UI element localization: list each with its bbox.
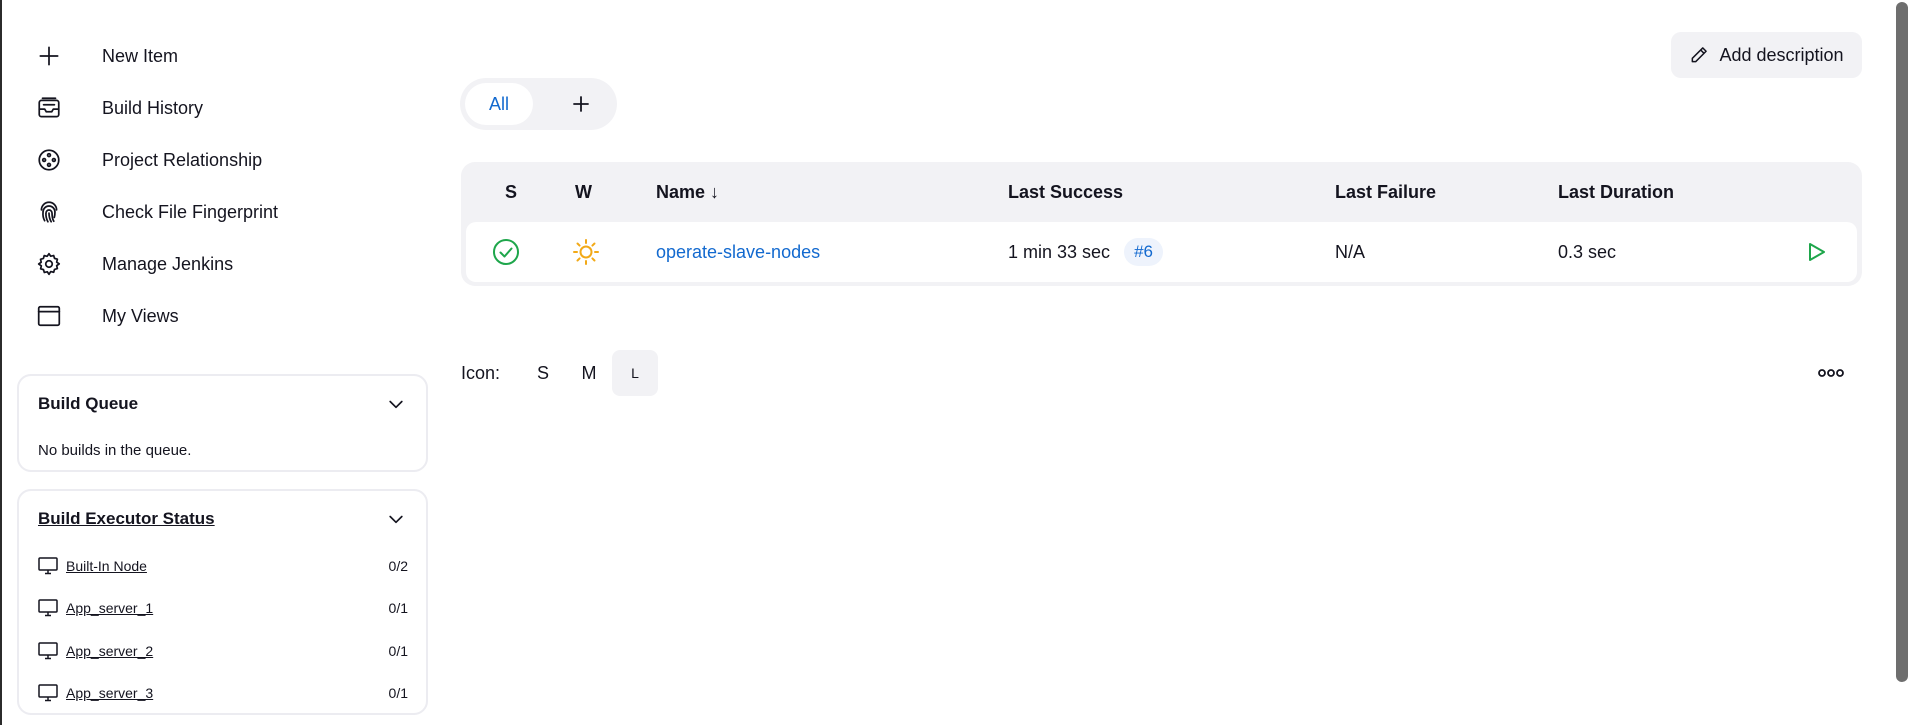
executor-node-row: App_server_2 0/1 xyxy=(38,639,408,663)
icon-size-medium[interactable]: M xyxy=(566,350,612,396)
add-view-button[interactable] xyxy=(560,84,602,124)
sidebar-item-build-history[interactable]: Build History xyxy=(30,82,430,134)
add-description-label: Add description xyxy=(1719,44,1844,65)
plus-icon xyxy=(573,96,589,112)
sidebar-item-label: My Views xyxy=(102,305,179,326)
column-header-last-failure[interactable]: Last Failure xyxy=(1335,182,1436,203)
executor-status-title[interactable]: Build Executor Status xyxy=(38,509,215,529)
play-icon xyxy=(1809,243,1825,261)
executor-status-panel: Build Executor Status Built-In Node 0/2 … xyxy=(17,489,428,715)
sidebar-item-label: Manage Jenkins xyxy=(102,253,234,274)
last-duration-cell: 0.3 sec xyxy=(1558,241,1617,262)
executor-node-count: 0/1 xyxy=(388,685,408,701)
add-description-button[interactable]: Add description xyxy=(1671,32,1862,78)
chevron-down-icon[interactable] xyxy=(386,394,406,414)
computer-icon xyxy=(38,599,58,617)
scrollbar-thumb[interactable] xyxy=(1896,2,1908,682)
plus-icon xyxy=(34,41,64,71)
window-left-border xyxy=(0,0,2,725)
schedule-build-button[interactable] xyxy=(1805,222,1827,282)
computer-icon xyxy=(38,684,58,702)
executor-node-count: 0/1 xyxy=(388,600,408,616)
sidebar-item-new-item[interactable]: New Item xyxy=(30,30,430,82)
window-icon xyxy=(34,301,64,331)
executor-node-row: App_server_3 0/1 xyxy=(38,681,408,705)
build-number-link[interactable]: #6 xyxy=(1124,238,1163,266)
icon-size-selector: Icon: S M L xyxy=(461,350,659,396)
sidebar-item-check-file-fingerprint[interactable]: Check File Fingerprint xyxy=(30,186,430,238)
sidebar-item-label: Check File Fingerprint xyxy=(102,201,279,222)
executor-node-count: 0/2 xyxy=(388,558,408,574)
sidebar-item-manage-jenkins[interactable]: Manage Jenkins xyxy=(30,238,430,290)
job-name-link[interactable]: operate-slave-nodes xyxy=(656,242,820,263)
icon-size-small[interactable]: S xyxy=(520,350,566,396)
success-status-icon xyxy=(491,222,521,282)
computer-icon xyxy=(38,557,58,575)
column-header-weather[interactable]: W xyxy=(575,182,592,203)
side-navigation: New Item Build History Project Relations… xyxy=(30,30,430,342)
build-queue-title: Build Queue xyxy=(38,394,139,413)
computer-icon xyxy=(38,642,58,660)
last-success-cell: 1 min 33 sec #6 xyxy=(1008,222,1163,282)
last-success-time: 1 min 33 sec xyxy=(1008,241,1111,262)
executor-node-link[interactable]: Built-In Node xyxy=(66,558,147,574)
sunny-weather-icon xyxy=(571,222,601,282)
view-tabs: All xyxy=(460,78,617,130)
column-header-last-success[interactable]: Last Success xyxy=(1008,182,1123,203)
executor-node-link[interactable]: App_server_3 xyxy=(66,685,153,701)
relationship-icon xyxy=(34,145,64,175)
icon-size-large[interactable]: L xyxy=(612,350,659,396)
more-options-button[interactable] xyxy=(1815,362,1847,384)
sidebar-item-label: Project Relationship xyxy=(102,149,263,170)
table-row: operate-slave-nodes 1 min 33 sec #6 N/A … xyxy=(466,222,1857,282)
last-failure-cell: N/A xyxy=(1335,241,1366,262)
inbox-icon xyxy=(34,93,64,123)
build-queue-empty-text: No builds in the queue. xyxy=(38,442,192,459)
sidebar-item-project-relationship[interactable]: Project Relationship xyxy=(30,134,430,186)
icon-size-label: Icon: xyxy=(461,362,501,383)
column-header-last-duration[interactable]: Last Duration xyxy=(1558,182,1674,203)
sidebar-item-label: Build History xyxy=(102,97,204,118)
jobs-table: S W Name ↓ Last Success Last Failure Las… xyxy=(461,162,1862,286)
chevron-down-icon[interactable] xyxy=(386,509,406,529)
column-header-status[interactable]: S xyxy=(505,182,517,203)
executor-node-row: App_server_1 0/1 xyxy=(38,596,408,620)
more-icon xyxy=(1818,369,1844,377)
fingerprint-icon xyxy=(34,197,64,227)
pencil-icon xyxy=(1692,47,1708,63)
sidebar-item-my-views[interactable]: My Views xyxy=(30,290,430,342)
executor-node-row: Built-In Node 0/2 xyxy=(38,554,408,578)
executor-node-link[interactable]: App_server_2 xyxy=(66,643,153,659)
sidebar-item-label: New Item xyxy=(102,45,179,66)
tab-all[interactable]: All xyxy=(465,83,533,125)
gear-icon xyxy=(34,249,64,279)
column-header-name[interactable]: Name ↓ xyxy=(656,182,719,203)
executor-node-link[interactable]: App_server_1 xyxy=(66,600,153,616)
build-queue-panel: Build Queue No builds in the queue. xyxy=(17,374,428,472)
executor-node-count: 0/1 xyxy=(388,643,408,659)
